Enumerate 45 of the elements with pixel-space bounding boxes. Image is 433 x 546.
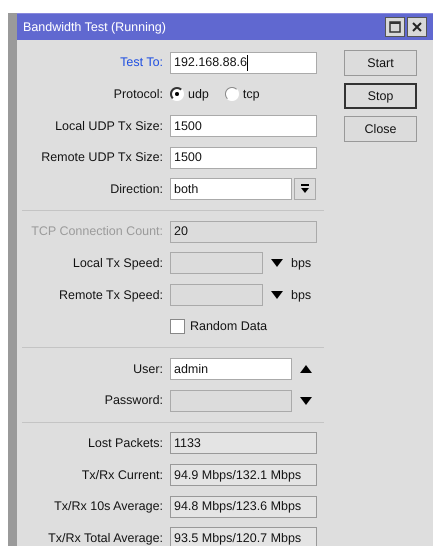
text-field[interactable] — [170, 390, 292, 412]
field-label: Lost Packets: — [86, 434, 164, 452]
field-label: TCP Connection Count: — [30, 223, 164, 240]
radio-option[interactable]: tcp — [224, 85, 260, 104]
dialog-button[interactable]: Stop — [344, 83, 417, 109]
maximize-icon — [389, 21, 401, 33]
text-field[interactable]: 1500 — [170, 114, 317, 137]
field-label: Local Tx Speed: — [72, 254, 164, 272]
window-title: Bandwidth Test (Running) — [23, 18, 167, 36]
field-label: Remote UDP Tx Size: — [40, 149, 164, 166]
field-label: Direction: — [109, 180, 164, 198]
dialog-button[interactable]: Close — [344, 116, 417, 142]
readout-field: 1133 — [170, 432, 317, 454]
close-icon — [411, 21, 423, 33]
text-field[interactable]: 192.168.88.6 — [170, 52, 317, 74]
maximize-button[interactable] — [385, 17, 405, 37]
field-label: Tx/Rx 10s Average: — [53, 498, 164, 516]
expand-down-icon[interactable] — [271, 259, 283, 268]
dropdown-field[interactable]: both — [170, 178, 292, 200]
dropdown-arrow-icon — [300, 184, 310, 194]
field-label: Tx/Rx Total Average: — [47, 530, 164, 546]
field-label: Password: — [104, 392, 164, 410]
field-label: Local UDP Tx Size: — [54, 118, 164, 135]
unit-label: bps — [291, 286, 312, 304]
field-label: Protocol: — [112, 86, 164, 104]
readout-field: 93.5 Mbps/120.7 Mbps — [170, 527, 317, 546]
speed-field[interactable] — [170, 252, 263, 274]
field-label: Remote Tx Speed: — [58, 286, 164, 304]
expand-up-icon[interactable] — [300, 365, 312, 374]
checkbox[interactable]: Random Data — [170, 317, 268, 336]
radio-option[interactable]: udp — [170, 85, 209, 104]
field-label: Tx/Rx Current: — [80, 466, 164, 484]
dropdown-button[interactable] — [294, 178, 316, 200]
dialog-button[interactable]: Start — [344, 50, 417, 76]
field-label: Test To: — [119, 54, 164, 72]
expand-down-icon[interactable] — [271, 290, 283, 299]
close-button[interactable] — [407, 17, 427, 37]
unit-label: bps — [291, 254, 312, 272]
readout-field: 94.8 Mbps/123.6 Mbps — [170, 496, 317, 518]
text-field[interactable]: admin — [170, 358, 292, 380]
readout-field: 94.9 Mbps/132.1 Mbps — [170, 464, 317, 486]
expand-down-icon[interactable] — [300, 396, 312, 405]
text-field[interactable]: 1500 — [170, 146, 317, 169]
speed-field[interactable] — [170, 284, 263, 306]
field-label: User: — [132, 360, 164, 378]
